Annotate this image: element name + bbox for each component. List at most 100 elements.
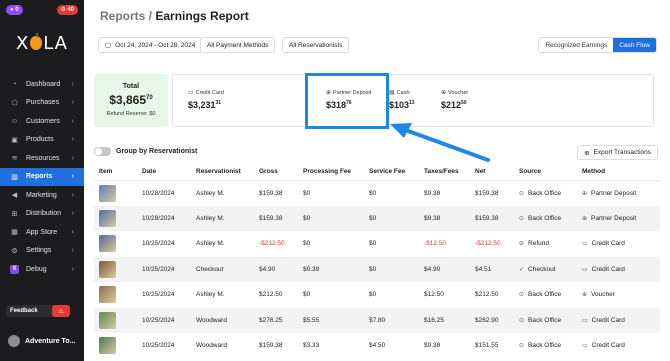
cell-item[interactable] (94, 282, 137, 308)
sidebar-nav: ◔ Dashboard › ⬠ Purchases › ☺ Customers › ▣ Pro… (0, 75, 84, 279)
payment-method-icon: ▭ (582, 343, 588, 350)
cell-source: ✓ Checkout (519, 265, 556, 273)
cell-item[interactable] (94, 180, 137, 206)
cell-source: ⊘ Refund (519, 240, 549, 248)
column-header[interactable]: Service Fee (364, 164, 419, 181)
chevron-right-icon: › (71, 191, 74, 199)
column-header[interactable]: Source (514, 164, 577, 181)
feedback-button[interactable]: Feedback ⚠ (6, 305, 70, 317)
cell-proc: $0.39 (303, 265, 320, 273)
x-icon: X (10, 264, 19, 274)
table-row[interactable]: 10/25/2024 Woodward $276.25 $5.55 $7.80 $16.2… (94, 307, 660, 334)
sidebar-item-products[interactable]: ▣ Products › (0, 131, 84, 150)
sidebar-item-purchases[interactable]: ⬠ Purchases › (0, 94, 84, 113)
cell-method: ⊕ Partner Deposit (582, 189, 637, 197)
cell-svc: $0 (369, 240, 377, 248)
cell-item[interactable] (94, 308, 137, 334)
column-header[interactable]: Method (577, 164, 660, 181)
source-icon: ⊙ (519, 317, 525, 324)
sidebar-item-debug[interactable]: X Debug › (0, 260, 84, 279)
sidebar-item-app-store[interactable]: ▦ App Store › (0, 223, 84, 242)
product-thumbnail[interactable] (99, 209, 116, 227)
xola-logo[interactable]: X LA (16, 33, 68, 54)
column-header[interactable]: Item (94, 164, 137, 181)
sidebar-item-distribution[interactable]: ⊞ Distribution › (0, 205, 84, 224)
table-row[interactable]: 10/28/2024 Ashley M. $159.38 $0 $0 $9.38 $159.… (94, 205, 660, 232)
table-row[interactable]: 10/25/2024 Ashley M. -$212.50 $0 $0 -$12.50 -$… (94, 231, 660, 257)
product-thumbnail[interactable] (99, 311, 116, 329)
cell-item[interactable] (94, 333, 137, 359)
chevron-right-icon: › (71, 99, 74, 107)
cell-date: 10/25/2024 (142, 265, 175, 273)
cell-gross: $159.38 (259, 189, 283, 197)
cash-flow-tab[interactable]: Cash Flow (613, 38, 656, 52)
total-card: Total $3,86570 Refund Reserve: $0 (94, 74, 168, 127)
cell-date: 10/28/2024 (142, 214, 175, 222)
voucher-icon: ⊕ (441, 90, 447, 96)
column-header[interactable]: Reservationist (191, 164, 254, 181)
source-icon: ⊙ (519, 215, 525, 222)
notification-badge[interactable]: ● 0 (6, 5, 23, 15)
breadcrumb-reports[interactable]: Reports (100, 9, 145, 23)
cell-method: ⊕ Partner Deposit (582, 214, 637, 222)
box-icon: ▣ (11, 136, 18, 144)
annotation-arrow-icon (390, 123, 490, 162)
table-row[interactable]: 10/25/2024 Ashley M. $212.50 $0 $0 $12.50 $212… (94, 282, 660, 308)
column-header[interactable]: Net (470, 164, 514, 181)
download-icon: ⊕ (584, 149, 590, 157)
credit-card-icon: ▭ (188, 90, 194, 96)
method-cash[interactable]: ▤ Cash $10313 (389, 89, 415, 111)
table-row[interactable]: 10/25/2024 Woodward $159.38 $3.33 $4.50 $9.38… (94, 333, 660, 359)
method-partner-deposit: ⊕ Partner Deposit $31876 (326, 89, 372, 111)
reservationists-filter[interactable]: All Reservationists (282, 37, 350, 53)
recognized-earnings-tab[interactable]: Recognized Earnings (539, 38, 613, 52)
cell-item[interactable] (94, 231, 137, 257)
cell-net: -$212.50 (475, 240, 501, 248)
partner-deposit-highlight[interactable]: ⊕ Partner Deposit $31876 (305, 73, 389, 129)
product-thumbnail[interactable] (99, 184, 116, 202)
sidebar-item-customers[interactable]: ☺ Customers › (0, 112, 84, 131)
chart-icon: ▥ (11, 173, 18, 181)
source-icon: ⊘ (519, 241, 525, 248)
cell-tax: $9.38 (424, 189, 441, 197)
sidebar-item-reports[interactable]: ▥ Reports › (0, 167, 84, 186)
group-by-reservationist[interactable]: Group by Reservationist (94, 147, 197, 156)
method-credit-card[interactable]: ▭ Credit Card $3,23131 (188, 89, 224, 111)
payment-methods-filter[interactable]: All Payment Methods (200, 37, 276, 53)
product-thumbnail[interactable] (99, 260, 116, 278)
table-row[interactable]: 10/25/2024 Checkout $4.90 $0.39 $0 $4.90 $4.51… (94, 256, 660, 283)
sidebar-item-dashboard[interactable]: ◔ Dashboard › (0, 75, 84, 94)
cell-net: $159.38 (475, 214, 499, 222)
cell-gross: $159.38 (259, 214, 283, 222)
product-thumbnail[interactable] (99, 337, 116, 355)
cell-method: ▭ Credit Card (582, 316, 625, 324)
cell-proc: $0 (303, 214, 311, 222)
chevron-right-icon: › (71, 247, 74, 255)
table-row[interactable]: 10/28/2024 Ashley M. $159.38 $0 $0 $9.38 $159.… (94, 180, 660, 206)
group-toggle-switch[interactable] (94, 147, 111, 156)
bug-report-icon[interactable]: ⚠ (52, 305, 70, 317)
alert-badge[interactable]: ⊙ 40 (56, 5, 78, 15)
sidebar-item-marketing[interactable]: ◀ Marketing › (0, 186, 84, 205)
cell-date: 10/25/2024 (142, 316, 175, 324)
date-range-picker[interactable]: ▢ Oct 24, 2024 - Oct 28, 2024 (98, 37, 203, 53)
column-header[interactable]: Date (137, 164, 191, 181)
tag-icon: ⬠ (11, 99, 18, 107)
cell-proc: $0 (303, 240, 311, 248)
sidebar-item-resources[interactable]: ≋ Resources › (0, 149, 84, 168)
method-voucher[interactable]: ⊕ Voucher $21250 (441, 89, 468, 111)
sidebar-item-settings[interactable]: ⚙ Settings › (0, 242, 84, 261)
product-thumbnail[interactable] (99, 286, 116, 304)
product-thumbnail[interactable] (99, 235, 116, 253)
cell-tax: -$12.50 (424, 240, 447, 248)
cell-item[interactable] (94, 206, 137, 232)
pumpkin-icon (30, 33, 43, 50)
user-menu[interactable]: Adventure To... (8, 333, 80, 349)
column-header[interactable]: Processing Fee (298, 164, 364, 181)
source-icon: ⊙ (519, 292, 525, 299)
column-header[interactable]: Gross (254, 164, 298, 181)
cell-proc: $3.33 (303, 342, 320, 350)
column-header[interactable]: Taxes/Fees (419, 164, 470, 181)
export-transactions-button[interactable]: ⊕ Export Transactions (577, 145, 658, 160)
cell-item[interactable] (94, 257, 137, 283)
